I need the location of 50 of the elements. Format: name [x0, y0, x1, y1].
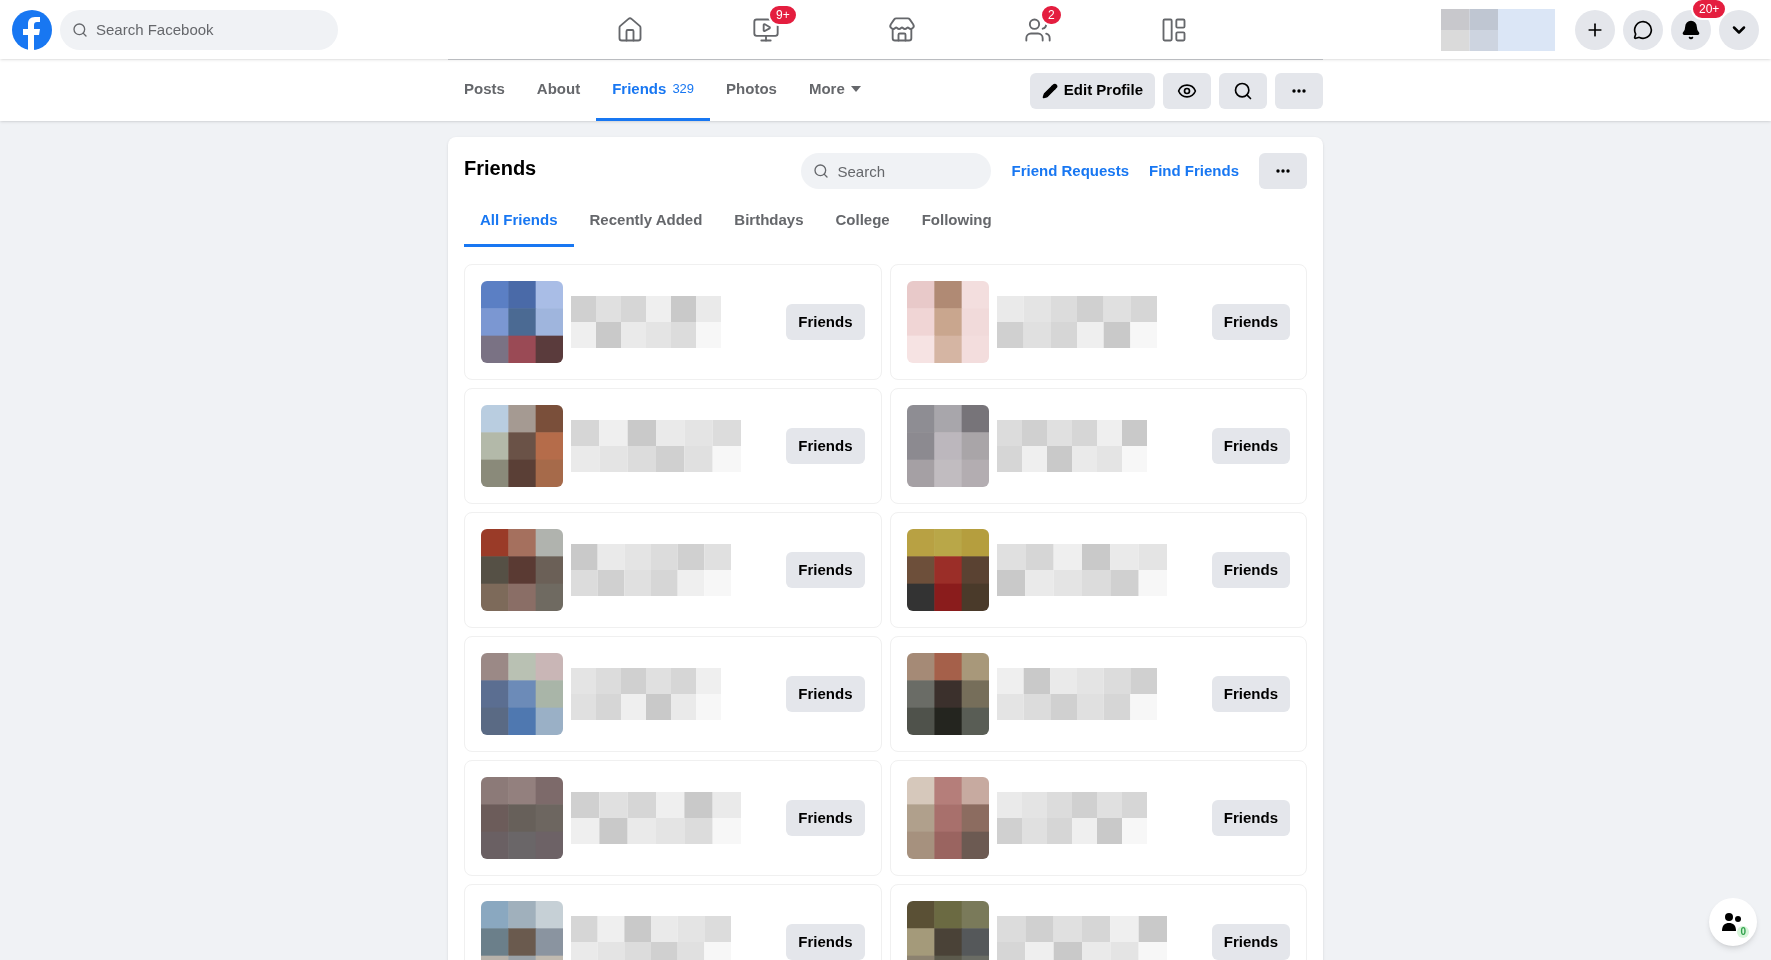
profile-tab[interactable]: Friends 329 [596, 60, 711, 121]
messenger-button[interactable] [1623, 9, 1663, 50]
search-field[interactable]: Search Facebook [60, 9, 338, 50]
notification-badge: 20+ [1691, 0, 1728, 20]
friends-button[interactable]: Friends [786, 924, 865, 960]
link[interactable]: Friend Requests [1011, 159, 1129, 183]
count-badge: 0 [1737, 926, 1749, 938]
friends-button[interactable]: Friends [786, 552, 865, 588]
friends-button[interactable]: Friends [786, 800, 865, 836]
more-icon [1292, 88, 1306, 93]
search-icon [72, 21, 88, 38]
link[interactable]: Find Friends [1149, 159, 1239, 183]
pencil-icon [1041, 82, 1058, 99]
notification-badge: 9+ [768, 3, 798, 26]
more-button[interactable] [1259, 153, 1307, 189]
filter-tab[interactable]: Recently Added [573, 197, 719, 247]
friends-button[interactable]: Friends [1211, 676, 1290, 712]
profile-tab[interactable]: Posts [448, 60, 521, 121]
create-button[interactable] [1575, 9, 1615, 50]
search-icon [1233, 80, 1253, 101]
notification-badge: 2 [1040, 3, 1063, 26]
search-icon [813, 163, 830, 179]
card-title: Friends [464, 156, 537, 181]
friends-button[interactable]: Friends [1211, 800, 1290, 836]
chat-bubble-icon [1633, 19, 1653, 40]
home-icon[interactable] [616, 15, 644, 44]
profile-tab[interactable]: About [520, 60, 597, 121]
edit-profile-button[interactable]: Edit Profile [1029, 72, 1155, 109]
friends-button[interactable]: Friends [786, 304, 865, 340]
more-icon [1276, 169, 1290, 173]
search-field[interactable]: Search [801, 153, 992, 189]
friends-button[interactable]: Friends [1211, 304, 1290, 340]
filter-tab[interactable]: Following [905, 197, 1008, 247]
store-icon[interactable] [888, 15, 916, 44]
logo-icon[interactable] [12, 9, 52, 50]
profile-tab[interactable]: More [792, 60, 877, 121]
friends-button[interactable]: Friends [1211, 428, 1290, 464]
friends-button[interactable]: Friends [786, 428, 865, 464]
friends-button[interactable]: Friends [1211, 924, 1290, 960]
filter-tab[interactable]: All Friends [464, 197, 574, 247]
profile-tab[interactable]: Photos [710, 60, 793, 121]
view-as-button[interactable] [1163, 72, 1211, 109]
filter-tab[interactable]: Birthdays [718, 197, 820, 247]
bell-icon [1681, 19, 1701, 40]
caret-icon [850, 86, 861, 92]
search-button[interactable] [1219, 72, 1267, 109]
filter-tab[interactable]: College [819, 197, 906, 247]
friends-button[interactable]: Friends [1211, 552, 1290, 588]
account-menu-button[interactable] [1719, 9, 1759, 50]
friends-button[interactable]: Friends [786, 676, 865, 712]
